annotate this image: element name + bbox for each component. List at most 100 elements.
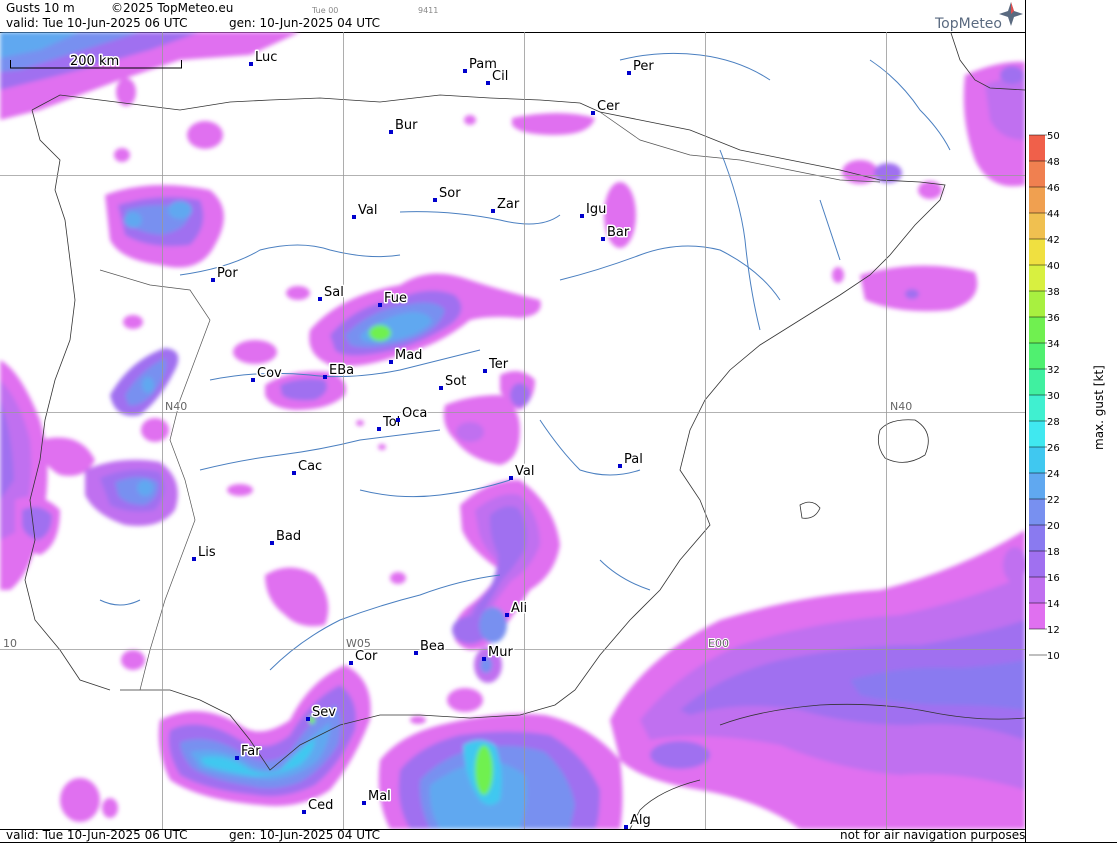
legend-swatch-22 (1029, 499, 1045, 525)
city-marker-ter (483, 369, 487, 373)
legend-label-12: 12 (1047, 625, 1060, 636)
city-label-mur: Mur (488, 645, 513, 660)
city-marker-cov (251, 378, 255, 382)
city-marker-bad (270, 541, 274, 545)
city-label-val: Val (358, 203, 377, 218)
legend-swatch-18 (1029, 551, 1045, 577)
city-label-sot: Sot (445, 374, 466, 389)
map-canvas: N40 N40 10 W05 E00 200 km SanLucBilPamCi… (0, 0, 1117, 843)
legend-swatch-50 (1029, 135, 1045, 161)
legend-swatch-28 (1029, 421, 1045, 447)
legend-swatch-44 (1029, 213, 1045, 239)
legend-label-48: 48 (1047, 157, 1060, 168)
legend-swatch-42 (1029, 239, 1045, 265)
city-label-val: Val (515, 464, 534, 479)
city-label-cov: Cov (257, 366, 282, 381)
lat-label-n40-right: N40 (890, 400, 912, 413)
city-label-mad: Mad (395, 348, 422, 363)
scale-bar-label: 200 km (70, 54, 119, 69)
city-label-sev: Sev (312, 705, 336, 720)
lat-label-n40-left: N40 (165, 400, 187, 413)
city-label-sal: Sal (324, 285, 344, 300)
city-label-pal: Pal (624, 452, 643, 467)
city-marker-pam (463, 69, 467, 73)
city-label-fue: Fue (384, 291, 407, 306)
city-marker-mur (482, 657, 486, 661)
legend-label-24: 24 (1047, 469, 1060, 480)
city-marker-tol (377, 427, 381, 431)
city-marker-bar (601, 237, 605, 241)
city-marker-alg (624, 825, 628, 829)
city-marker-oca (396, 418, 400, 422)
city-label-igu: Igu (586, 202, 606, 217)
city-marker-luc (249, 62, 253, 66)
legend-label-40: 40 (1047, 261, 1060, 272)
city-marker-ali (505, 613, 509, 617)
city-marker-por (211, 278, 215, 282)
city-marker-cor (349, 661, 353, 665)
legend-swatch-32 (1029, 369, 1045, 395)
city-marker-ced (302, 810, 306, 814)
city-marker-cer (591, 111, 595, 115)
city-label-lis: Lis (198, 545, 216, 560)
legend-swatch-30 (1029, 395, 1045, 421)
city-label-ter: Ter (488, 357, 509, 372)
city-marker-sor (433, 198, 437, 202)
city-marker-bea (414, 651, 418, 655)
city-marker-cac (292, 471, 296, 475)
city-label-zar: Zar (497, 197, 520, 212)
city-marker-bur (389, 130, 393, 134)
legend-label-42: 42 (1047, 235, 1060, 246)
city-label-eba: EBa (329, 363, 354, 378)
city-label-cer: Cer (597, 99, 620, 114)
legend-label-14: 14 (1047, 599, 1060, 610)
compass-star-icon (999, 2, 1023, 26)
legend-label-10: 10 (1047, 651, 1060, 662)
city-label-ali: Ali (511, 601, 527, 616)
legend-swatch-24 (1029, 473, 1045, 499)
legend-swatch-34 (1029, 343, 1045, 369)
legend-swatch-36 (1029, 317, 1045, 343)
city-marker-mal (362, 801, 366, 805)
city-label-far: Far (241, 744, 261, 759)
city-marker-san (385, 0, 389, 1)
city-label-bil: Bil (422, 6, 438, 21)
city-label-luc: Luc (255, 50, 277, 65)
gust-forecast-map: Gusts 10 m ©2025 TopMeteo.eu Tue 00 9411… (0, 0, 1117, 843)
city-marker-lis (192, 557, 196, 561)
city-label-por: Por (217, 266, 238, 281)
city-marker-far (235, 756, 239, 760)
city-marker-per (627, 71, 631, 75)
city-marker-bil (416, 18, 420, 22)
city-marker-val (509, 476, 513, 480)
legend-label-30: 30 (1047, 391, 1060, 402)
lon-label-e00: E00 (708, 637, 729, 650)
city-label-bar: Bar (607, 225, 630, 240)
city-marker-fue (378, 303, 382, 307)
legend-label-32: 32 (1047, 365, 1060, 376)
legend-label-18: 18 (1047, 547, 1060, 558)
legend-swatch-48 (1029, 161, 1045, 187)
city-label-bea: Bea (420, 639, 445, 654)
city-label-sor: Sor (439, 186, 461, 201)
city-label-cil: Cil (492, 69, 508, 84)
city-label-cac: Cac (298, 459, 322, 474)
city-label-tol: Tol (382, 415, 400, 430)
legend-swatch-20 (1029, 525, 1045, 551)
city-marker-val (352, 215, 356, 219)
city-marker-mad (389, 360, 393, 364)
legend-label-50: 50 (1047, 131, 1060, 142)
city-label-alg: Alg (630, 813, 651, 828)
legend-label-38: 38 (1047, 287, 1060, 298)
legend-label-28: 28 (1047, 417, 1060, 428)
gust-legend: 50 48 46 44 42 40 38 36 34 32 30 28 26 24 22 20 18 16 14 12… (1029, 131, 1060, 662)
legend-label-46: 46 (1047, 183, 1060, 194)
city-label-cor: Cor (355, 649, 378, 664)
legend-label-36: 36 (1047, 313, 1060, 324)
city-label-oca: Oca (402, 406, 427, 421)
city-marker-eba (323, 375, 327, 379)
legend-label-22: 22 (1047, 495, 1060, 506)
city-marker-zar (491, 209, 495, 213)
legend-swatch-40 (1029, 265, 1045, 291)
city-marker-sal (318, 297, 322, 301)
